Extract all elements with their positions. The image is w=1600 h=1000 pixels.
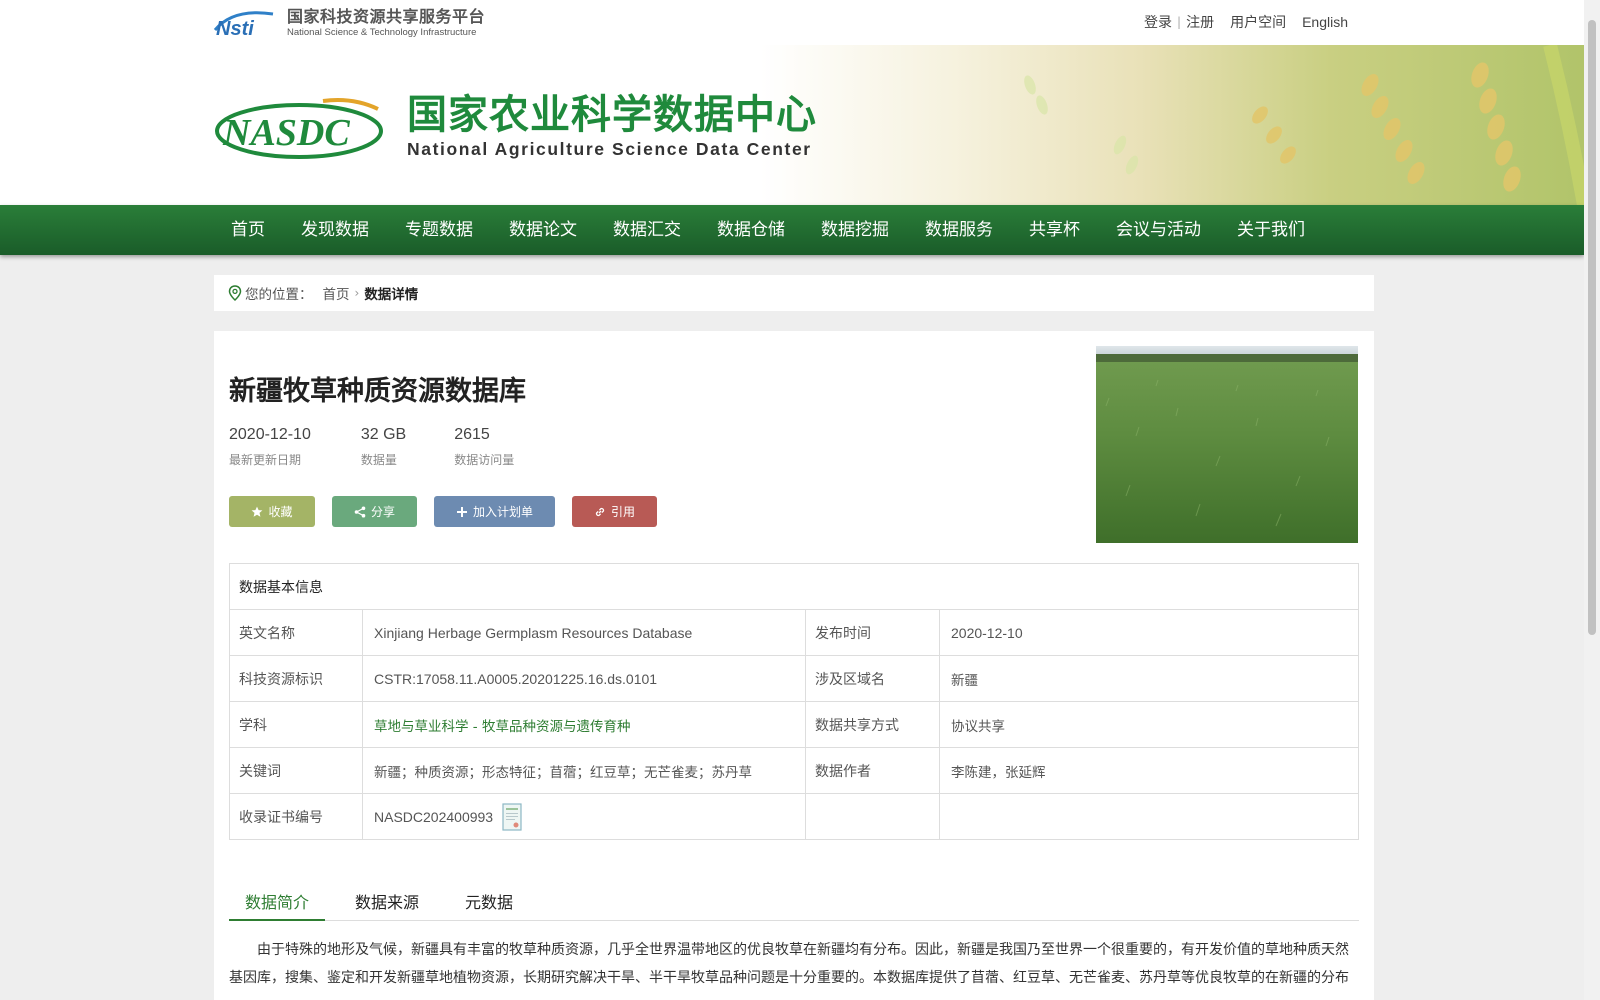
basic-info-header: 数据基本信息 [229, 563, 1359, 610]
nsti-logo-icon: Nsti [213, 11, 274, 38]
field-label: 英文名称 [229, 609, 363, 656]
nav-item-sharing-cup[interactable]: 共享杯 [1011, 205, 1098, 255]
keywords-value: 新疆；种质资源；形态特征；苜蓿；红豆草；无芒雀麦；苏丹草 [362, 747, 806, 794]
add-to-plan-button[interactable]: 加入计划单 [434, 496, 555, 527]
certificate-number-value: NASDC202400993 [374, 808, 494, 825]
breadcrumb-current: 数据详情 [364, 287, 419, 303]
dataset-panel: 新疆牧草种质资源数据库 2020-12-10 最新更新日期 32 GB 数据量 … [214, 331, 1374, 1000]
plus-icon [456, 506, 467, 517]
publish-date-value: 2020-12-10 [939, 609, 1359, 656]
svg-text:NASDC: NASDC [222, 112, 350, 154]
top-bar: Nsti 国家科技资源共享服务平台 National Science & Tec… [0, 0, 1584, 45]
platform-name-en: National Science & Technology Infrastruc… [287, 26, 477, 38]
page-scrollbar[interactable] [1584, 0, 1600, 1000]
tab-data-source[interactable]: 数据来源 [339, 891, 435, 921]
user-space-link[interactable]: 用户空间 [1230, 12, 1286, 32]
data-size-value: 32 GB [360, 426, 407, 443]
top-links: 登录 | 注册 用户空间 English [1144, 12, 1348, 32]
dataset-cover-image [1096, 346, 1358, 543]
chevron-right-icon: › [354, 286, 360, 300]
center-title-cn: 国家农业科学数据中心 [407, 92, 817, 138]
location-pin-icon [228, 285, 242, 301]
certificate-icon[interactable] [502, 802, 522, 831]
table-row: 学科 草地与草业科学 - 牧草品种资源与遗传育种 数据共享方式 协议共享 [229, 701, 1359, 748]
nav-item-data-mining[interactable]: 数据挖掘 [803, 205, 907, 255]
share-icon [354, 506, 366, 517]
center-title-en: National Agriculture Science Data Center [407, 139, 812, 159]
share-button[interactable]: 分享 [332, 496, 417, 527]
detail-tabs: 数据简介 数据来源 元数据 [229, 891, 1359, 921]
discipline-link[interactable]: 草地与草业科学 - 牧草品种资源与遗传育种 [374, 719, 630, 735]
data-intro-text: 由于特殊的地形及气候，新疆具有丰富的牧草种质资源，几乎全世界温带地区的优良牧草在… [229, 942, 1349, 986]
field-label: 数据共享方式 [805, 701, 940, 748]
updated-date-value: 2020-12-10 [229, 426, 311, 443]
basic-info-table: 数据基本信息 英文名称 Xinjiang Herbage Germplasm R… [229, 563, 1359, 840]
field-label: 关键词 [229, 747, 363, 794]
visits-value: 2615 [454, 426, 490, 443]
field-label: 数据作者 [805, 747, 940, 794]
field-label: 涉及区域名 [805, 655, 940, 702]
nav-item-home[interactable]: 首页 [213, 205, 283, 255]
svg-text:Nsti: Nsti [216, 18, 254, 38]
cite-button[interactable]: 引用 [572, 496, 657, 527]
nav-item-topic-data[interactable]: 专题数据 [387, 205, 491, 255]
table-row: 收录证书编号 NASDC202400993 [229, 793, 1359, 840]
visits-label: 数据访问量 [454, 453, 515, 467]
login-link[interactable]: 登录 [1144, 12, 1172, 32]
scrollbar-thumb[interactable] [1588, 20, 1596, 635]
field-label: 学科 [229, 701, 363, 748]
field-label: 科技资源标识 [229, 655, 363, 702]
english-name-value: Xinjiang Herbage Germplasm Resources Dat… [362, 609, 806, 656]
favorite-button[interactable]: 收藏 [229, 496, 315, 527]
table-row: 英文名称 Xinjiang Herbage Germplasm Resource… [229, 609, 1359, 656]
breadcrumb-home-link[interactable]: 首页 [323, 283, 350, 303]
field-label [805, 793, 940, 840]
tab-data-intro[interactable]: 数据简介 [229, 891, 326, 921]
empty-cell [939, 793, 1359, 840]
rice-grain-decoration [1024, 45, 1584, 205]
link-icon [595, 507, 605, 516]
authors-value: 李陈建，张延辉 [939, 747, 1359, 794]
sharing-mode-value: 协议共享 [939, 701, 1359, 748]
nav-item-data-services[interactable]: 数据服务 [907, 205, 1011, 255]
dataset-title: 新疆牧草种质资源数据库 [229, 376, 526, 407]
link-divider: | [1177, 15, 1182, 29]
nav-item-data-submission[interactable]: 数据汇交 [595, 205, 699, 255]
nasdc-logo-icon[interactable]: NASDC [213, 95, 385, 161]
dataset-stats: 2020-12-10 最新更新日期 32 GB 数据量 2615 数据访问量 [229, 426, 564, 468]
nav-item-data-repository[interactable]: 数据仓储 [699, 205, 803, 255]
nsti-logo[interactable]: Nsti 国家科技资源共享服务平台 National Science & Tec… [213, 8, 485, 38]
cstr-identifier-value: CSTR:17058.11.A0005.20201225.16.ds.0101 [362, 655, 806, 702]
star-icon [252, 506, 263, 517]
tab-metadata[interactable]: 元数据 [449, 891, 529, 921]
english-link[interactable]: English [1302, 14, 1348, 30]
table-row: 科技资源标识 CSTR:17058.11.A0005.20201225.16.d… [229, 655, 1359, 702]
nav-item-about-us[interactable]: 关于我们 [1219, 205, 1323, 255]
breadcrumb-prefix: 您的位置： [245, 287, 313, 303]
action-buttons: 收藏 分享 加入计划单 引用 [229, 496, 674, 527]
site-banner: NASDC 国家农业科学数据中心 National Agriculture Sc… [0, 45, 1584, 205]
updated-date-label: 最新更新日期 [229, 453, 302, 467]
register-link[interactable]: 注册 [1186, 12, 1214, 32]
field-label: 发布时间 [805, 609, 940, 656]
table-row: 关键词 新疆；种质资源；形态特征；苜蓿；红豆草；无芒雀麦；苏丹草 数据作者 李陈… [229, 747, 1359, 794]
nav-item-data-papers[interactable]: 数据论文 [491, 205, 595, 255]
data-size-label: 数据量 [360, 453, 397, 467]
field-label: 收录证书编号 [229, 793, 363, 840]
nav-item-discover-data[interactable]: 发现数据 [283, 205, 387, 255]
platform-name-cn: 国家科技资源共享服务平台 [287, 6, 486, 26]
breadcrumb: 您的位置： 首页 › 数据详情 [214, 275, 1374, 311]
nav-item-events[interactable]: 会议与活动 [1098, 205, 1219, 255]
main-nav: 首页 发现数据 专题数据 数据论文 数据汇交 数据仓储 数据挖掘 数据服务 共享… [0, 205, 1584, 255]
region-value: 新疆 [939, 655, 1359, 702]
